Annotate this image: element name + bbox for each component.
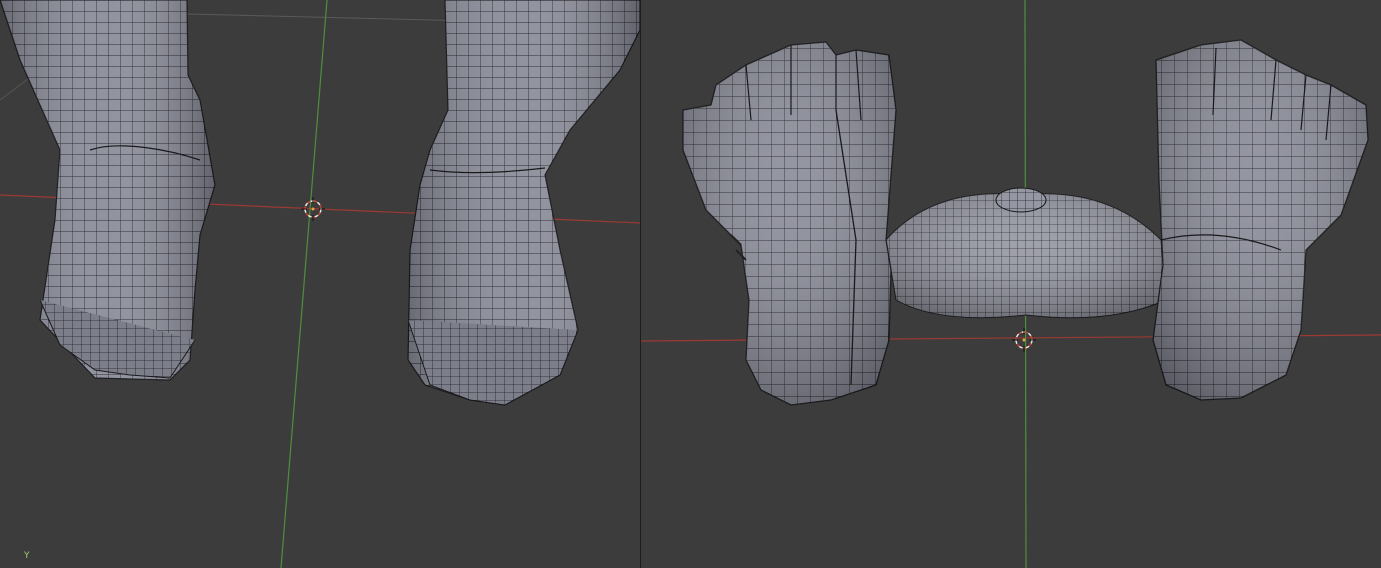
viewport-canvas[interactable] [0,0,640,568]
gizmo-label: Y [24,551,30,561]
y-axis-line [280,0,328,568]
left-viewport[interactable]: Y [0,0,640,568]
3d-cursor-icon[interactable] [301,197,325,221]
axis-gizmo-icon: Y [24,552,30,561]
right-sole-mesh[interactable] [1152,39,1369,401]
left-sole-mesh[interactable] [682,41,897,406]
right-foot-mesh[interactable] [407,0,640,406]
legs-mesh[interactable] [885,187,1167,319]
3d-cursor-icon[interactable] [1012,328,1036,352]
viewport-canvas[interactable] [641,0,1381,568]
right-viewport[interactable] [641,0,1381,568]
left-foot-mesh[interactable] [0,0,216,381]
